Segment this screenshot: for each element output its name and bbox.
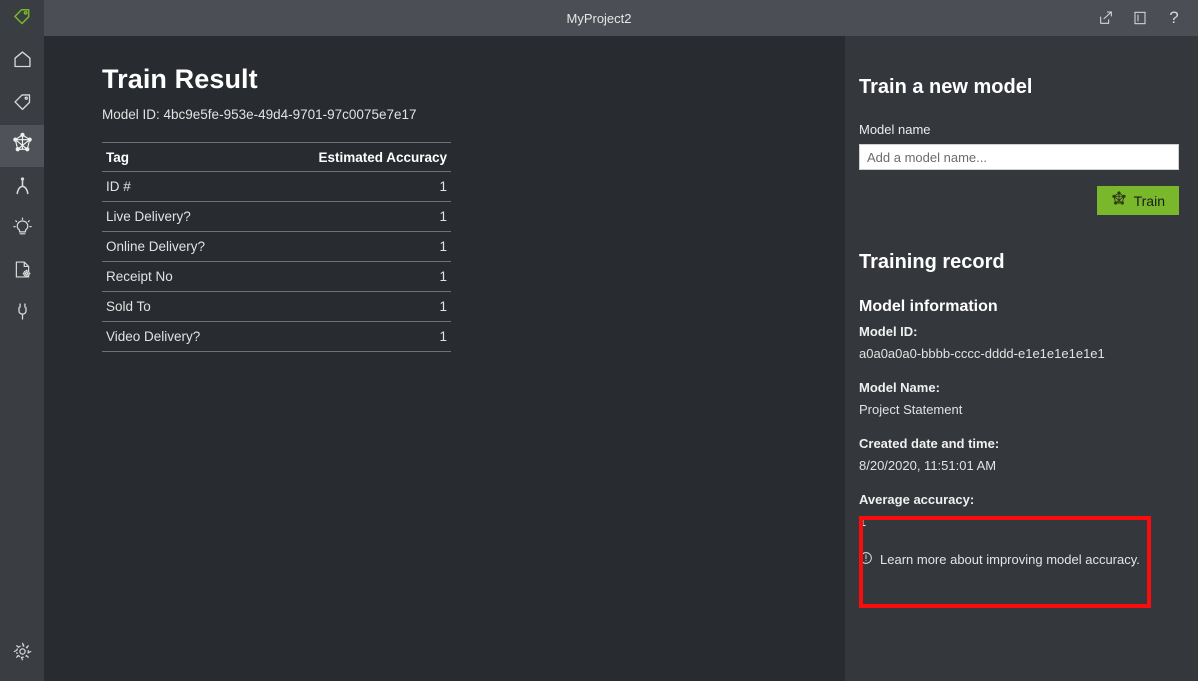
right-panel: Train a new model Model name [845, 36, 1198, 681]
table-row: Video Delivery? 1 [102, 322, 451, 352]
train-button-row: Train [859, 186, 1179, 215]
tag-logo-icon [12, 6, 32, 31]
sidebar-item-home[interactable] [0, 41, 44, 83]
info-icon [859, 551, 873, 568]
model-name-input[interactable] [859, 144, 1179, 170]
cell-tag: Receipt No [102, 262, 252, 292]
app-body: Train Result Model ID: 4bc9e5fe-953e-49d… [0, 36, 1198, 681]
column-header-accuracy: Estimated Accuracy [252, 143, 451, 172]
home-icon [12, 49, 33, 75]
title-bar-actions: ? [1092, 4, 1198, 32]
main-content: Train Result Model ID: 4bc9e5fe-953e-49d… [44, 36, 845, 681]
train-new-model-heading: Train a new model [859, 76, 1178, 99]
sidebar [0, 36, 44, 681]
created-date-key: Created date and time: [859, 436, 1178, 451]
cell-tag: ID # [102, 172, 252, 202]
lightbulb-icon [12, 217, 33, 243]
model-name-key: Model Name: [859, 380, 1178, 395]
cell-tag: Online Delivery? [102, 232, 252, 262]
cell-accuracy: 1 [252, 322, 451, 352]
train-result-table: Tag Estimated Accuracy ID # 1 Live Deliv… [102, 142, 451, 352]
table-header-row: Tag Estimated Accuracy [102, 143, 451, 172]
model-information-block: Model information Model ID: a0a0a0a0-bbb… [859, 298, 1178, 568]
sidebar-item-settings[interactable] [0, 633, 44, 675]
cell-accuracy: 1 [252, 232, 451, 262]
cell-accuracy: 1 [252, 172, 451, 202]
table-row: Online Delivery? 1 [102, 232, 451, 262]
help-icon[interactable]: ? [1160, 4, 1188, 32]
training-record-heading: Training record [859, 251, 1178, 274]
model-information-heading: Model information [859, 298, 1178, 316]
created-date-value: 8/20/2020, 11:51:01 AM [859, 458, 1178, 473]
app-logo [0, 0, 44, 36]
title-bar: MyProject2 ? [0, 0, 1198, 36]
table-row: ID # 1 [102, 172, 451, 202]
documentation-icon[interactable] [1126, 4, 1154, 32]
model-name-label: Model name [859, 122, 1178, 137]
table-row: Receipt No 1 [102, 262, 451, 292]
cell-tag: Sold To [102, 292, 252, 322]
cell-accuracy: 1 [252, 292, 451, 322]
learn-more-link[interactable]: Learn more about improving model accurac… [859, 551, 1178, 568]
model-id-value: a0a0a0a0-bbbb-cccc-dddd-e1e1e1e1e1e1 [859, 346, 1178, 361]
cell-accuracy: 1 [252, 202, 451, 232]
sidebar-item-analyze[interactable] [0, 167, 44, 209]
table-row: Live Delivery? 1 [102, 202, 451, 232]
gear-icon [12, 641, 33, 667]
model-name-value: Project Statement [859, 402, 1178, 417]
sidebar-item-document-settings[interactable] [0, 251, 44, 293]
main-model-id: Model ID: 4bc9e5fe-953e-49d4-9701-97c007… [102, 107, 845, 122]
sidebar-item-train-model[interactable] [0, 125, 44, 167]
average-accuracy-key: Average accuracy: [859, 492, 1178, 507]
learn-more-label: Learn more about improving model accurac… [880, 552, 1140, 567]
model-icon [1111, 191, 1127, 210]
train-button[interactable]: Train [1097, 186, 1179, 215]
plug-icon [12, 301, 33, 327]
document-settings-icon [12, 259, 33, 285]
sidebar-item-tag[interactable] [0, 83, 44, 125]
model-icon [11, 132, 34, 160]
window-title: MyProject2 [0, 11, 1198, 26]
page-title: Train Result [102, 64, 845, 95]
sidebar-item-connections[interactable] [0, 293, 44, 335]
app-window: MyProject2 ? [0, 0, 1198, 681]
column-header-tag: Tag [102, 143, 252, 172]
person-icon [12, 175, 33, 201]
cell-tag: Video Delivery? [102, 322, 252, 352]
cell-tag: Live Delivery? [102, 202, 252, 232]
tag-icon [12, 91, 33, 117]
sidebar-item-insights[interactable] [0, 209, 44, 251]
table-row: Sold To 1 [102, 292, 451, 322]
train-button-label: Train [1134, 193, 1165, 209]
cell-accuracy: 1 [252, 262, 451, 292]
average-accuracy-value: 1 [859, 514, 1178, 529]
table-body: ID # 1 Live Delivery? 1 Online Delivery?… [102, 172, 451, 352]
share-icon[interactable] [1092, 4, 1120, 32]
table-header: Tag Estimated Accuracy [102, 143, 451, 172]
model-id-key: Model ID: [859, 324, 1178, 339]
